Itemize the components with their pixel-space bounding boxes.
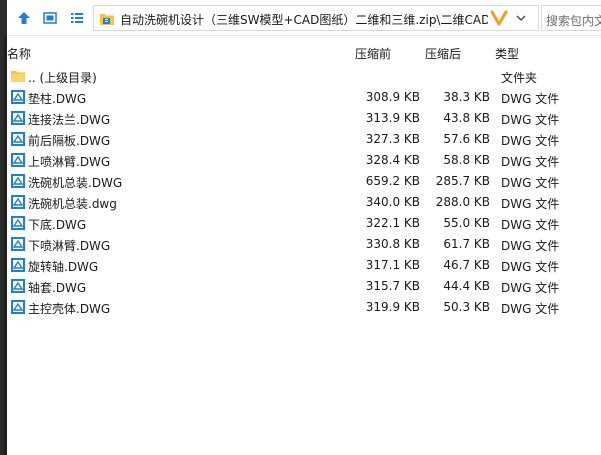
column-original-size[interactable]: 压缩前 [355, 45, 391, 62]
row-compressed-size: 61.7 KB [443, 237, 490, 251]
file-row[interactable]: 下喷淋臂.DWG 330.8 KB 61.7 KB DWG 文件 [7, 234, 601, 255]
file-list: .. (上级目录) 文件夹 垫柱.DWG 308.9 KB 38.3 KB DW… [7, 66, 601, 318]
view-list-icon [71, 13, 83, 23]
row-type: DWG 文件 [501, 155, 560, 169]
search-input[interactable]: 搜索包内文 [541, 5, 601, 31]
file-row[interactable]: 前后隔板.DWG 327.3 KB 57.6 KB DWG 文件 [7, 129, 601, 150]
row-original-size: 319.9 KB [365, 300, 420, 314]
row-original-size: 328.4 KB [365, 153, 420, 167]
row-compressed-size: 46.7 KB [443, 258, 490, 272]
dwg-file-icon [11, 153, 25, 167]
row-original-size: 308.9 KB [365, 90, 420, 104]
row-compressed-size: 38.3 KB [443, 90, 490, 104]
column-name[interactable]: 名称 [7, 45, 31, 62]
column-header: 名称 压缩前 压缩后 类型 [7, 38, 601, 66]
row-name: 上喷淋臂.DWG [28, 155, 111, 169]
file-row[interactable]: 上喷淋臂.DWG 328.4 KB 58.8 KB DWG 文件 [7, 150, 601, 171]
row-name: .. (上级目录) [28, 71, 97, 85]
file-row[interactable]: 主控壳体.DWG 319.9 KB 50.3 KB DWG 文件 [7, 297, 601, 318]
file-row[interactable]: 轴套.DWG 315.7 KB 44.4 KB DWG 文件 [7, 276, 601, 297]
row-type: DWG 文件 [501, 197, 560, 211]
row-name: 垫柱.DWG [28, 92, 87, 106]
address-path: 自动洗碗机设计（三维SW模型+CAD图纸）二维和三维.zip\二维CAD [120, 13, 488, 27]
row-original-size: 313.9 KB [365, 111, 420, 125]
row-type: DWG 文件 [501, 260, 560, 274]
search-placeholder: 搜索包内文 [546, 14, 601, 28]
row-compressed-size: 50.3 KB [443, 300, 490, 314]
dwg-file-icon [11, 90, 25, 104]
zip-folder-icon [100, 14, 114, 25]
row-original-size: 330.8 KB [365, 237, 420, 251]
row-name: 连接法兰.DWG [28, 113, 111, 127]
row-original-size: 315.7 KB [365, 279, 420, 293]
row-type: 文件夹 [501, 71, 538, 85]
dropdown-arrow-icon[interactable] [516, 14, 526, 22]
file-row[interactable]: 洗碗机总装.DWG 659.2 KB 285.7 KB DWG 文件 [7, 171, 601, 192]
dwg-file-icon [11, 111, 25, 125]
dwg-file-icon [11, 174, 25, 188]
parent-folder-row[interactable]: .. (上级目录) 文件夹 [7, 66, 601, 87]
row-type: DWG 文件 [501, 134, 560, 148]
file-row[interactable]: 下底.DWG 322.1 KB 55.0 KB DWG 文件 [7, 213, 601, 234]
dwg-file-icon [11, 216, 25, 230]
row-type: DWG 文件 [501, 113, 560, 127]
toolbar: 自动洗碗机设计（三维SW模型+CAD图纸）二维和三维.zip\二维CAD 搜索包… [7, 0, 601, 36]
dwg-file-icon [11, 237, 25, 251]
folder-icon [11, 71, 25, 82]
row-original-size: 317.1 KB [365, 258, 420, 272]
row-compressed-size: 58.8 KB [443, 153, 490, 167]
view-list-button[interactable] [67, 8, 87, 28]
view-details-button[interactable] [40, 8, 60, 28]
file-row[interactable]: 连接法兰.DWG 313.9 KB 43.8 KB DWG 文件 [7, 108, 601, 129]
row-compressed-size: 43.8 KB [443, 111, 490, 125]
row-type: DWG 文件 [501, 92, 560, 106]
row-name: 前后隔板.DWG [28, 134, 111, 148]
file-row[interactable]: 洗碗机总装.dwg 340.0 KB 288.0 KB DWG 文件 [7, 192, 601, 213]
arrow-up-icon [18, 12, 30, 24]
row-name: 下喷淋臂.DWG [28, 239, 111, 253]
row-name: 轴套.DWG [28, 281, 87, 295]
chevron-icon[interactable] [490, 10, 508, 26]
row-type: DWG 文件 [501, 281, 560, 295]
row-name: 主控壳体.DWG [28, 302, 111, 316]
row-compressed-size: 57.6 KB [443, 132, 490, 146]
row-name: 下底.DWG [28, 218, 87, 232]
file-row[interactable]: 垫柱.DWG 308.9 KB 38.3 KB DWG 文件 [7, 87, 601, 108]
row-original-size: 327.3 KB [365, 132, 420, 146]
window-left-edge [0, 0, 7, 455]
row-original-size: 659.2 KB [365, 174, 420, 188]
row-type: DWG 文件 [501, 176, 560, 190]
row-compressed-size: 288.0 KB [435, 195, 490, 209]
view-details-icon [43, 12, 57, 24]
row-type: DWG 文件 [501, 239, 560, 253]
row-type: DWG 文件 [501, 302, 560, 316]
file-row[interactable]: 旋转轴.DWG 317.1 KB 46.7 KB DWG 文件 [7, 255, 601, 276]
up-folder-button[interactable] [14, 8, 34, 28]
dwg-file-icon [11, 132, 25, 146]
address-bar[interactable]: 自动洗碗机设计（三维SW模型+CAD图纸）二维和三维.zip\二维CAD [93, 5, 539, 31]
dwg-file-icon [11, 195, 25, 209]
row-type: DWG 文件 [501, 218, 560, 232]
dwg-file-icon [11, 258, 25, 272]
dwg-file-icon [11, 279, 25, 293]
row-compressed-size: 44.4 KB [443, 279, 490, 293]
row-compressed-size: 285.7 KB [435, 174, 490, 188]
row-original-size: 340.0 KB [365, 195, 420, 209]
row-name: 洗碗机总装.DWG [28, 176, 123, 190]
row-name: 旋转轴.DWG [28, 260, 99, 274]
dwg-file-icon [11, 300, 25, 314]
column-type[interactable]: 类型 [495, 45, 519, 62]
row-compressed-size: 55.0 KB [443, 216, 490, 230]
row-original-size: 322.1 KB [365, 216, 420, 230]
row-name: 洗碗机总装.dwg [28, 197, 117, 211]
column-compressed-size[interactable]: 压缩后 [425, 45, 461, 62]
